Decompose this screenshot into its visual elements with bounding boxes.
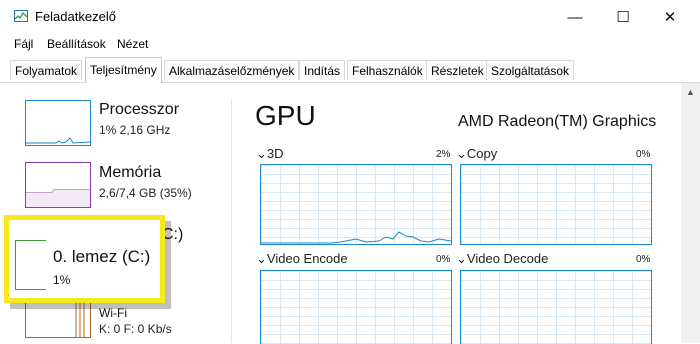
vertical-scrollbar[interactable]: ▲	[681, 83, 700, 343]
engine-selector-copy[interactable]: ⌄Copy	[456, 146, 497, 162]
resource-name: Processzor	[99, 101, 180, 118]
tab-startup[interactable]: Indítás	[299, 60, 346, 80]
task-manager-icon	[14, 10, 28, 22]
resource-name: Memória	[99, 164, 162, 181]
engine-label: 3D	[266, 146, 284, 161]
engine-label: Video Decode	[466, 251, 549, 266]
memory-thumbnail	[25, 162, 91, 208]
engine-percent: 0%	[636, 254, 651, 265]
graph-3d-line	[261, 231, 451, 244]
resource-item-disk-highlighted[interactable]: 0. lemez (C:) 1%	[4, 215, 165, 303]
graph-video-decode	[460, 270, 652, 344]
tab-bar: Folyamatok Teljesítmény Alkalmazáselőzmé…	[0, 57, 700, 83]
chevron-down-icon: ⌄	[456, 251, 467, 266]
close-icon: ✕	[663, 9, 677, 26]
resource-detail: K: 0 F: 0 Kb/s	[99, 322, 172, 336]
tab-processes[interactable]: Folyamatok	[10, 60, 83, 80]
page-title: GPU	[255, 100, 316, 131]
cpu-thumbnail	[25, 100, 91, 146]
resource-name: Wi-Fi	[99, 306, 127, 320]
menu-settings[interactable]: Beállítások	[47, 37, 106, 51]
tab-details[interactable]: Részletek	[426, 60, 489, 80]
tab-app-history[interactable]: Alkalmazáselőzmények	[164, 60, 300, 80]
maximize-icon: ☐	[616, 9, 630, 26]
chevron-down-icon: ⌄	[256, 251, 267, 266]
minimize-button[interactable]: —	[555, 5, 595, 29]
engine-percent: 2%	[436, 149, 451, 160]
engine-label: Copy	[466, 146, 498, 161]
chevron-down-icon: ⌄	[456, 146, 467, 161]
resource-detail: 1%	[53, 273, 71, 287]
engine-label: Video Encode	[266, 251, 348, 266]
menu-view[interactable]: Nézet	[117, 37, 148, 51]
chevron-down-icon: ⌄	[256, 146, 267, 161]
engine-percent: 0%	[436, 254, 451, 265]
maximize-button[interactable]: ☐	[603, 5, 643, 29]
cpu-sparkline	[26, 137, 90, 144]
gpu-device-name: AMD Radeon(TM) Graphics	[458, 113, 657, 130]
engine-selector-video-encode[interactable]: ⌄Video Encode	[256, 251, 348, 267]
menu-bar: Fájl Beállítások Nézet	[0, 34, 700, 56]
engine-selector-3d[interactable]: ⌄3D	[256, 146, 284, 162]
title-bar: Feladatkezelő — ☐ ✕	[0, 0, 700, 34]
graph-3d	[260, 164, 452, 245]
engine-percent: 0%	[636, 149, 651, 160]
tab-users[interactable]: Felhasználók	[347, 60, 428, 80]
tab-services[interactable]: Szolgáltatások	[486, 60, 575, 80]
window-title: Feladatkezelő	[35, 9, 116, 24]
disk-thumbnail	[15, 240, 46, 290]
minimize-icon: —	[567, 8, 583, 26]
disk-label-overflow: C:)	[162, 226, 184, 243]
tab-performance[interactable]: Teljesítmény	[85, 57, 162, 83]
panel-divider	[231, 100, 232, 343]
graph-copy	[460, 164, 652, 245]
resource-detail: 1% 2,16 GHz	[99, 123, 171, 137]
graph-video-encode	[260, 270, 452, 344]
close-button[interactable]: ✕	[650, 5, 690, 29]
menu-file[interactable]: Fájl	[14, 37, 33, 51]
resource-name: 0. lemez (C:)	[53, 247, 151, 266]
resource-detail: 2,6/7,4 GB (35%)	[99, 186, 192, 200]
engine-selector-video-decode[interactable]: ⌄Video Decode	[456, 251, 548, 267]
memory-sparkline	[26, 189, 90, 207]
scroll-up-icon[interactable]: ▲	[681, 83, 700, 100]
